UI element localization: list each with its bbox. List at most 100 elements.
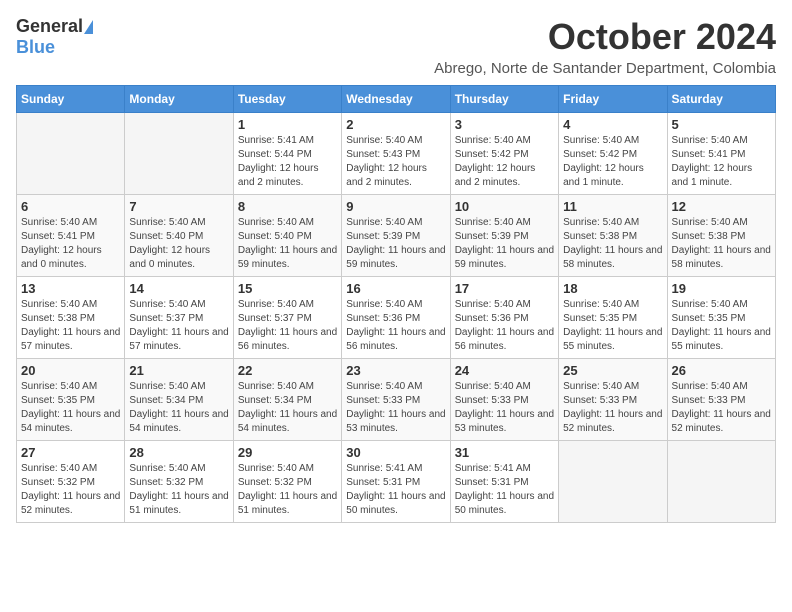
day-number: 4 <box>563 117 662 132</box>
calendar-cell: 3 Sunrise: 5:40 AM Sunset: 5:42 PM Daylig… <box>450 113 558 195</box>
calendar-cell: 25Sunrise: 5:40 AM Sunset: 5:33 PM Dayli… <box>559 359 667 441</box>
day-info: Sunrise: 5:40 AM Sunset: 5:39 PM Dayligh… <box>455 216 554 272</box>
weekday-header-row: SundayMondayTuesdayWednesdayThursdayFrid… <box>17 86 776 113</box>
day-number: 18 <box>563 281 662 296</box>
day-number: 10 <box>455 199 554 214</box>
day-number: 26 <box>672 363 771 378</box>
calendar-cell: 7 Sunrise: 5:40 AM Sunset: 5:40 PM Daylig… <box>125 195 233 277</box>
day-number: 7 <box>129 199 228 214</box>
logo-blue: Blue <box>16 37 55 57</box>
day-number: 31 <box>455 445 554 460</box>
day-info: Sunrise: 5:40 AM Sunset: 5:32 PM Dayligh… <box>238 462 337 518</box>
weekday-header-sunday: Sunday <box>17 86 125 113</box>
day-number: 24 <box>455 363 554 378</box>
day-info: Sunrise: 5:40 AM Sunset: 5:36 PM Dayligh… <box>346 298 445 354</box>
calendar-cell <box>17 113 125 195</box>
title-block: October 2024 Abrego, Norte de Santander … <box>434 16 776 77</box>
calendar-cell: 23 Sunrise: 5:40 AM Sunset: 5:33 PM Dayli… <box>342 359 450 441</box>
day-info: Sunrise: 5:40 AM Sunset: 5:33 PM Dayligh… <box>346 380 445 436</box>
calendar-cell: 9 Sunrise: 5:40 AM Sunset: 5:39 PM Daylig… <box>342 195 450 277</box>
day-number: 2 <box>346 117 445 132</box>
day-number: 28 <box>129 445 228 460</box>
day-info: Sunrise: 5:40 AM Sunset: 5:36 PM Dayligh… <box>455 298 554 354</box>
day-info: Sunrise: 5:40 AM Sunset: 5:33 PM Dayligh… <box>672 380 771 436</box>
day-number: 9 <box>346 199 445 214</box>
calendar-cell: 30Sunrise: 5:41 AM Sunset: 5:31 PM Dayli… <box>342 441 450 523</box>
day-number: 17 <box>455 281 554 296</box>
day-number: 16 <box>346 281 445 296</box>
weekday-header-tuesday: Tuesday <box>233 86 341 113</box>
calendar-cell: 2 Sunrise: 5:40 AM Sunset: 5:43 PM Daylig… <box>342 113 450 195</box>
day-info: Sunrise: 5:41 AM Sunset: 5:44 PM Dayligh… <box>238 134 337 190</box>
location-title: Abrego, Norte de Santander Department, C… <box>434 60 776 77</box>
day-info: Sunrise: 5:40 AM Sunset: 5:33 PM Dayligh… <box>455 380 554 436</box>
calendar-cell: 24 Sunrise: 5:40 AM Sunset: 5:33 PM Dayli… <box>450 359 558 441</box>
calendar-week-5: 27Sunrise: 5:40 AM Sunset: 5:32 PM Dayli… <box>17 441 776 523</box>
day-number: 14 <box>129 281 228 296</box>
day-number: 1 <box>238 117 337 132</box>
weekday-header-thursday: Thursday <box>450 86 558 113</box>
day-info: Sunrise: 5:40 AM Sunset: 5:39 PM Dayligh… <box>346 216 445 272</box>
day-info: Sunrise: 5:40 AM Sunset: 5:32 PM Dayligh… <box>21 462 120 518</box>
calendar-cell: 22Sunrise: 5:40 AM Sunset: 5:34 PM Dayli… <box>233 359 341 441</box>
calendar-cell: 28 Sunrise: 5:40 AM Sunset: 5:32 PM Dayli… <box>125 441 233 523</box>
day-number: 12 <box>672 199 771 214</box>
day-info: Sunrise: 5:41 AM Sunset: 5:31 PM Dayligh… <box>455 462 554 518</box>
calendar-cell: 31 Sunrise: 5:41 AM Sunset: 5:31 PM Dayli… <box>450 441 558 523</box>
day-number: 11 <box>563 199 662 214</box>
day-info: Sunrise: 5:40 AM Sunset: 5:43 PM Dayligh… <box>346 134 445 190</box>
calendar-cell: 20 Sunrise: 5:40 AM Sunset: 5:35 PM Dayli… <box>17 359 125 441</box>
calendar-week-3: 13 Sunrise: 5:40 AM Sunset: 5:38 PM Dayli… <box>17 277 776 359</box>
day-info: Sunrise: 5:40 AM Sunset: 5:37 PM Dayligh… <box>238 298 337 354</box>
day-info: Sunrise: 5:40 AM Sunset: 5:35 PM Dayligh… <box>21 380 120 436</box>
calendar-cell: 12 Sunrise: 5:40 AM Sunset: 5:38 PM Dayli… <box>667 195 775 277</box>
day-info: Sunrise: 5:40 AM Sunset: 5:38 PM Dayligh… <box>563 216 662 272</box>
day-number: 23 <box>346 363 445 378</box>
calendar-cell: 15 Sunrise: 5:40 AM Sunset: 5:37 PM Dayli… <box>233 277 341 359</box>
day-info: Sunrise: 5:40 AM Sunset: 5:40 PM Dayligh… <box>129 216 228 272</box>
calendar-cell: 8Sunrise: 5:40 AM Sunset: 5:40 PM Daylig… <box>233 195 341 277</box>
day-info: Sunrise: 5:40 AM Sunset: 5:42 PM Dayligh… <box>455 134 554 190</box>
calendar-cell: 5 Sunrise: 5:40 AM Sunset: 5:41 PM Daylig… <box>667 113 775 195</box>
calendar-cell: 17 Sunrise: 5:40 AM Sunset: 5:36 PM Dayli… <box>450 277 558 359</box>
day-info: Sunrise: 5:40 AM Sunset: 5:34 PM Dayligh… <box>129 380 228 436</box>
calendar-cell: 26 Sunrise: 5:40 AM Sunset: 5:33 PM Dayli… <box>667 359 775 441</box>
weekday-header-wednesday: Wednesday <box>342 86 450 113</box>
calendar-cell: 18 Sunrise: 5:40 AM Sunset: 5:35 PM Dayli… <box>559 277 667 359</box>
day-number: 29 <box>238 445 337 460</box>
calendar-cell: 27Sunrise: 5:40 AM Sunset: 5:32 PM Dayli… <box>17 441 125 523</box>
calendar-cell: 10 Sunrise: 5:40 AM Sunset: 5:39 PM Dayli… <box>450 195 558 277</box>
day-info: Sunrise: 5:40 AM Sunset: 5:41 PM Dayligh… <box>21 216 120 272</box>
day-info: Sunrise: 5:40 AM Sunset: 5:38 PM Dayligh… <box>672 216 771 272</box>
day-number: 20 <box>21 363 120 378</box>
calendar-cell: 21 Sunrise: 5:40 AM Sunset: 5:34 PM Dayli… <box>125 359 233 441</box>
day-number: 19 <box>672 281 771 296</box>
day-number: 22 <box>238 363 337 378</box>
calendar-table: SundayMondayTuesdayWednesdayThursdayFrid… <box>16 85 776 523</box>
calendar-week-4: 20 Sunrise: 5:40 AM Sunset: 5:35 PM Dayli… <box>17 359 776 441</box>
calendar-cell <box>125 113 233 195</box>
day-number: 21 <box>129 363 228 378</box>
logo-general: General <box>16 16 83 37</box>
day-number: 15 <box>238 281 337 296</box>
day-info: Sunrise: 5:40 AM Sunset: 5:32 PM Dayligh… <box>129 462 228 518</box>
day-info: Sunrise: 5:40 AM Sunset: 5:37 PM Dayligh… <box>129 298 228 354</box>
calendar-week-2: 6Sunrise: 5:40 AM Sunset: 5:41 PM Daylig… <box>17 195 776 277</box>
calendar-cell <box>667 441 775 523</box>
day-number: 30 <box>346 445 445 460</box>
calendar-cell: 16 Sunrise: 5:40 AM Sunset: 5:36 PM Dayli… <box>342 277 450 359</box>
header: General Blue October 2024 Abrego, Norte … <box>16 16 776 77</box>
calendar-cell: 1 Sunrise: 5:41 AM Sunset: 5:44 PM Daylig… <box>233 113 341 195</box>
calendar-cell: 19 Sunrise: 5:40 AM Sunset: 5:35 PM Dayli… <box>667 277 775 359</box>
day-info: Sunrise: 5:40 AM Sunset: 5:41 PM Dayligh… <box>672 134 771 190</box>
day-number: 3 <box>455 117 554 132</box>
calendar-cell: 6Sunrise: 5:40 AM Sunset: 5:41 PM Daylig… <box>17 195 125 277</box>
day-number: 5 <box>672 117 771 132</box>
day-info: Sunrise: 5:40 AM Sunset: 5:33 PM Dayligh… <box>563 380 662 436</box>
day-info: Sunrise: 5:40 AM Sunset: 5:35 PM Dayligh… <box>672 298 771 354</box>
day-info: Sunrise: 5:40 AM Sunset: 5:35 PM Dayligh… <box>563 298 662 354</box>
calendar-cell: 14 Sunrise: 5:40 AM Sunset: 5:37 PM Dayli… <box>125 277 233 359</box>
weekday-header-saturday: Saturday <box>667 86 775 113</box>
day-info: Sunrise: 5:40 AM Sunset: 5:38 PM Dayligh… <box>21 298 120 354</box>
day-number: 13 <box>21 281 120 296</box>
